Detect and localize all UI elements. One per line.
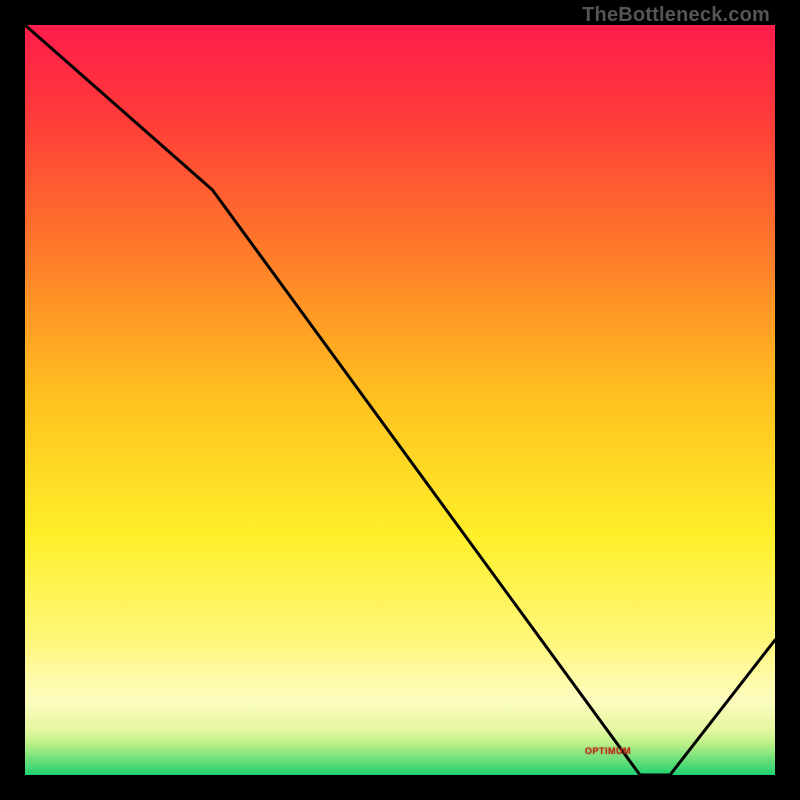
optimum-annotation: OPTIMUM <box>585 746 631 756</box>
chart-frame: OPTIMUM <box>25 25 775 775</box>
watermark-label: TheBottleneck.com <box>582 4 770 27</box>
bottleneck-chart <box>25 25 775 775</box>
chart-background <box>25 25 775 775</box>
